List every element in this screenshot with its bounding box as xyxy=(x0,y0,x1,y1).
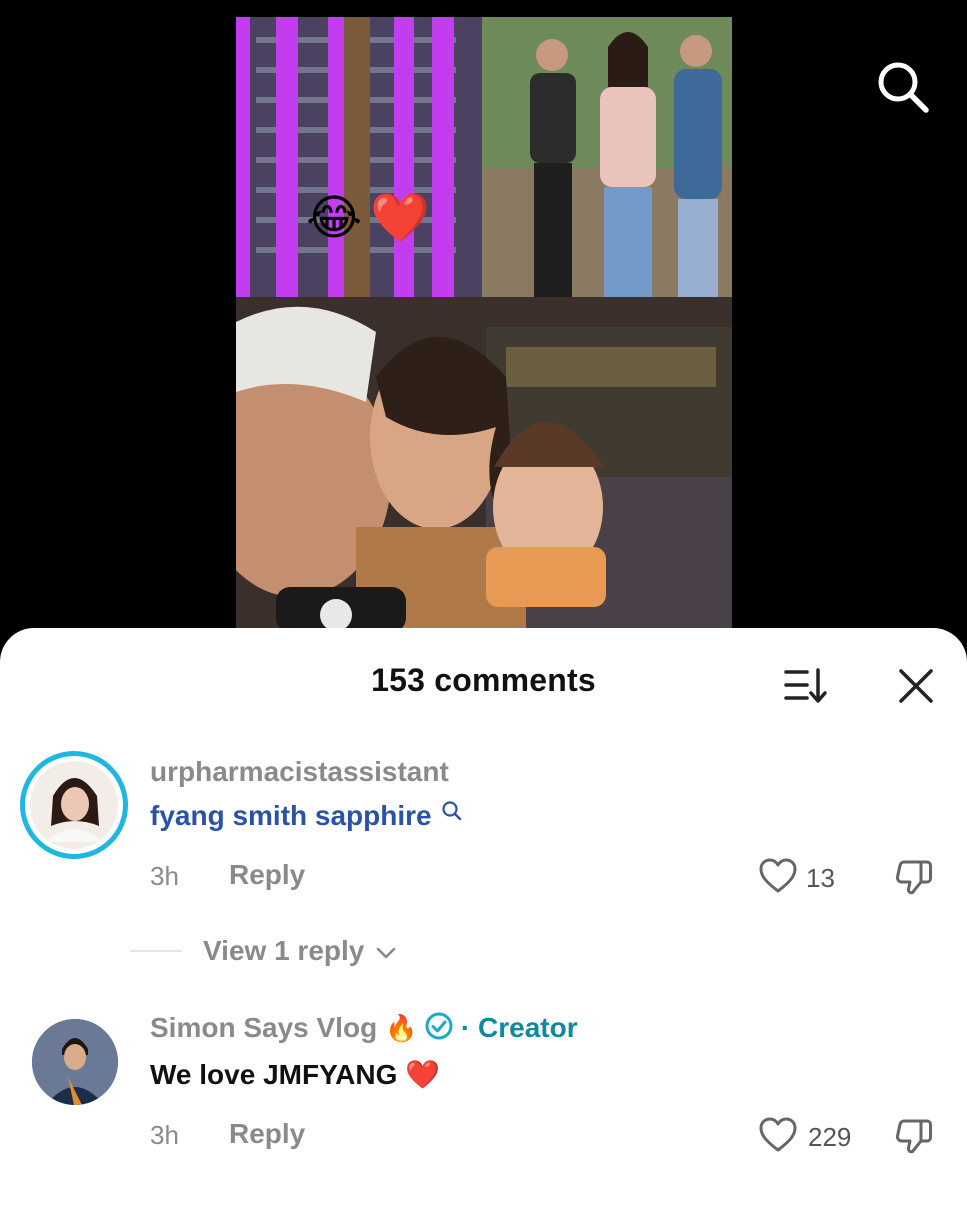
selfie-illustration xyxy=(236,297,732,632)
avatar[interactable] xyxy=(32,1019,118,1105)
avatar-image xyxy=(32,1019,118,1105)
sort-button[interactable] xyxy=(783,666,829,706)
comment-username-row: Simon Says Vlog 🔥 · Creator xyxy=(150,1012,578,1044)
heart-emoji-sticker: ❤️ xyxy=(370,192,430,245)
comment-text: fyang smith sapphire xyxy=(150,800,463,832)
comment-text: We love JMFYANG xyxy=(150,1059,398,1090)
heart-icon xyxy=(759,858,797,893)
like-count: 13 xyxy=(806,863,835,893)
sort-icon xyxy=(784,668,827,703)
video-tile-park xyxy=(482,17,732,330)
comment-username[interactable]: Simon Says Vlog xyxy=(150,1012,377,1043)
replies-divider xyxy=(130,950,182,952)
building-illustration xyxy=(236,17,482,317)
like-count: 229 xyxy=(808,1122,852,1152)
creator-badge: Creator xyxy=(478,1012,578,1043)
reply-button[interactable]: Reply xyxy=(229,859,305,891)
comment-timestamp: 3h xyxy=(150,861,179,891)
comments-sheet: 153 comments urpharmacistassistant fyang… xyxy=(0,628,967,1228)
park-illustration xyxy=(482,17,732,330)
chevron-down-icon xyxy=(376,947,396,958)
comment-text-link[interactable]: fyang smith sapphire xyxy=(150,800,432,831)
comment-username[interactable]: urpharmacistassistant xyxy=(150,756,449,788)
verified-check-icon xyxy=(425,1012,453,1040)
comment-timestamp: 3h xyxy=(150,1120,179,1150)
like-button[interactable]: 229 xyxy=(758,1116,866,1156)
heart-emoji: ❤️ xyxy=(405,1059,441,1090)
view-replies-button[interactable]: View 1 reply xyxy=(203,935,396,967)
view-replies-label: View 1 reply xyxy=(203,935,365,966)
video-tile-building: 😂 ❤️ xyxy=(236,17,482,317)
fire-emoji: 🔥 xyxy=(384,1013,418,1043)
close-button[interactable] xyxy=(896,666,936,706)
dislike-button[interactable] xyxy=(894,1116,934,1156)
thumbs-down-icon xyxy=(895,1119,932,1154)
comment-text-row: We love JMFYANG ❤️ xyxy=(150,1058,440,1091)
close-icon xyxy=(899,669,933,703)
dislike-button[interactable] xyxy=(894,857,934,897)
search-icon[interactable] xyxy=(441,800,463,822)
video-tile-selfie xyxy=(236,297,732,632)
avatar-image xyxy=(30,761,118,849)
heart-icon xyxy=(759,1117,797,1152)
separator-dot: · xyxy=(460,1012,471,1043)
laughing-emoji-sticker: 😂 xyxy=(306,192,363,245)
video-frame[interactable]: 😂 ❤️ xyxy=(236,17,732,632)
search-button[interactable] xyxy=(874,58,932,116)
reply-button[interactable]: Reply xyxy=(229,1118,305,1150)
video-player[interactable]: 😂 ❤️ xyxy=(0,0,967,660)
avatar[interactable] xyxy=(20,751,128,859)
thumbs-down-icon xyxy=(895,860,932,895)
search-icon xyxy=(878,62,929,113)
like-button[interactable]: 13 xyxy=(758,857,840,897)
